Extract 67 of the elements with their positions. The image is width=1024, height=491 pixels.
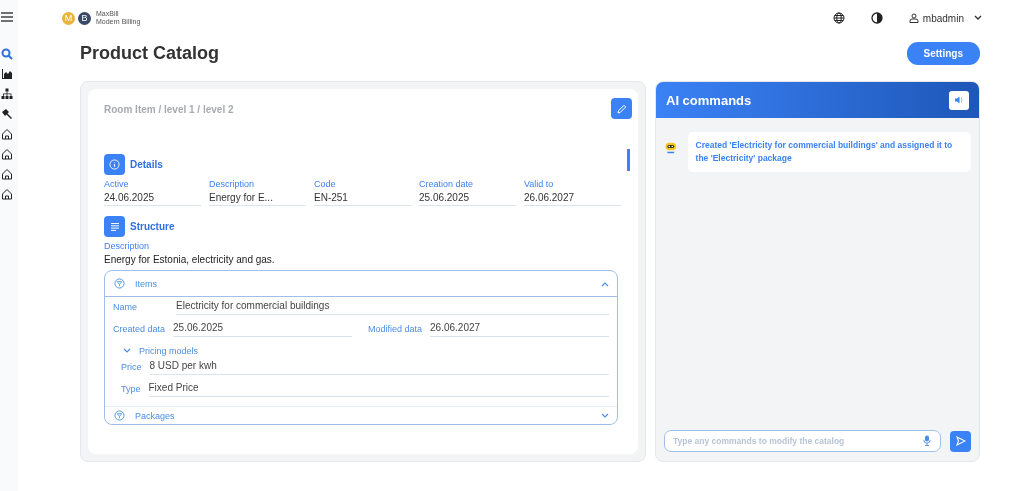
field-label: Code — [314, 179, 337, 189]
accordion-header[interactable]: Packages — [105, 406, 617, 424]
globe-icon[interactable] — [832, 12, 845, 24]
user-icon — [908, 13, 919, 23]
send-button[interactable] — [950, 430, 971, 452]
field-label: Description — [209, 179, 256, 189]
user-menu[interactable]: mbadmin — [908, 12, 964, 24]
field-label: Creation date — [419, 179, 475, 189]
field-value: Energy for E... — [209, 192, 274, 203]
home-icon[interactable] — [1, 188, 13, 200]
chart-icon[interactable] — [1, 68, 13, 80]
pencil-icon — [616, 103, 627, 114]
chevron-icon — [601, 412, 609, 419]
settings-button[interactable]: Settings — [906, 41, 980, 65]
document-icon — [104, 216, 125, 237]
accordion-header[interactable]: Items — [105, 271, 617, 297]
chevron-icon — [123, 348, 131, 354]
menu-icon[interactable] — [1, 12, 13, 22]
field-label: Type — [121, 384, 141, 396]
home-icon[interactable] — [1, 148, 13, 160]
field-label: Price — [121, 362, 142, 374]
description-text: Energy for Estonia, electricity and gas. — [104, 254, 276, 265]
microphone-icon[interactable] — [923, 435, 931, 446]
panel-title: AI commands — [666, 92, 752, 108]
field-value: Electricity for commercial buildings — [176, 300, 609, 315]
send-icon — [955, 436, 966, 446]
search-icon[interactable] — [1, 48, 13, 60]
field-value: 24.06.2025 — [104, 192, 156, 203]
filter-icon — [114, 278, 125, 289]
scrollbar-thumb[interactable] — [627, 149, 630, 171]
logo-badge: M — [62, 11, 75, 25]
contrast-icon[interactable] — [870, 12, 883, 24]
filter-icon — [114, 410, 125, 421]
hierarchy-icon[interactable] — [1, 88, 13, 100]
accordion-title: Packages — [135, 410, 176, 421]
speaker-button[interactable] — [949, 90, 969, 110]
field-label: Description — [104, 241, 151, 251]
edit-button[interactable] — [611, 98, 632, 119]
field-label: Name — [113, 302, 138, 314]
logo-badge: B — [78, 11, 91, 25]
field-value: 25.06.2025 — [173, 322, 352, 337]
field-label: Created data — [113, 324, 166, 336]
field-label: Modified data — [368, 324, 423, 336]
breadcrumb: Room Item / level 1 / level 2 — [104, 104, 234, 115]
message-bubble: Created 'Electricity for commercial buildings' and assigned it to the 'Electricity' package — [687, 132, 971, 172]
chevron-down-icon[interactable] — [974, 15, 982, 21]
field-value: 8 USD per kwh — [149, 360, 609, 375]
field-value: 26.06.2027 — [524, 192, 576, 203]
info-icon — [104, 154, 125, 175]
section-title: Structure — [130, 221, 175, 232]
field-value: EN-251 — [314, 192, 349, 203]
chevron-icon — [601, 280, 609, 287]
field-label: Valid to — [524, 179, 555, 189]
field-label: Active — [104, 179, 130, 189]
command-input[interactable]: Type any commands to modify the catalog — [664, 430, 941, 452]
pricing-models-toggle[interactable]: Pricing models — [113, 344, 609, 360]
robot-icon — [664, 140, 678, 156]
section-title: Details — [130, 159, 163, 170]
accordion-title: Items — [135, 278, 158, 289]
home-icon[interactable] — [1, 128, 13, 140]
field-value: Fixed Price — [148, 382, 609, 397]
home-icon[interactable] — [1, 168, 13, 180]
speaker-icon — [954, 95, 964, 105]
page-title: Product Catalog — [80, 42, 219, 64]
hammer-icon[interactable] — [1, 108, 13, 120]
field-value: 26.06.2027 — [430, 322, 609, 337]
field-value: 25.06.2025 — [419, 192, 471, 203]
